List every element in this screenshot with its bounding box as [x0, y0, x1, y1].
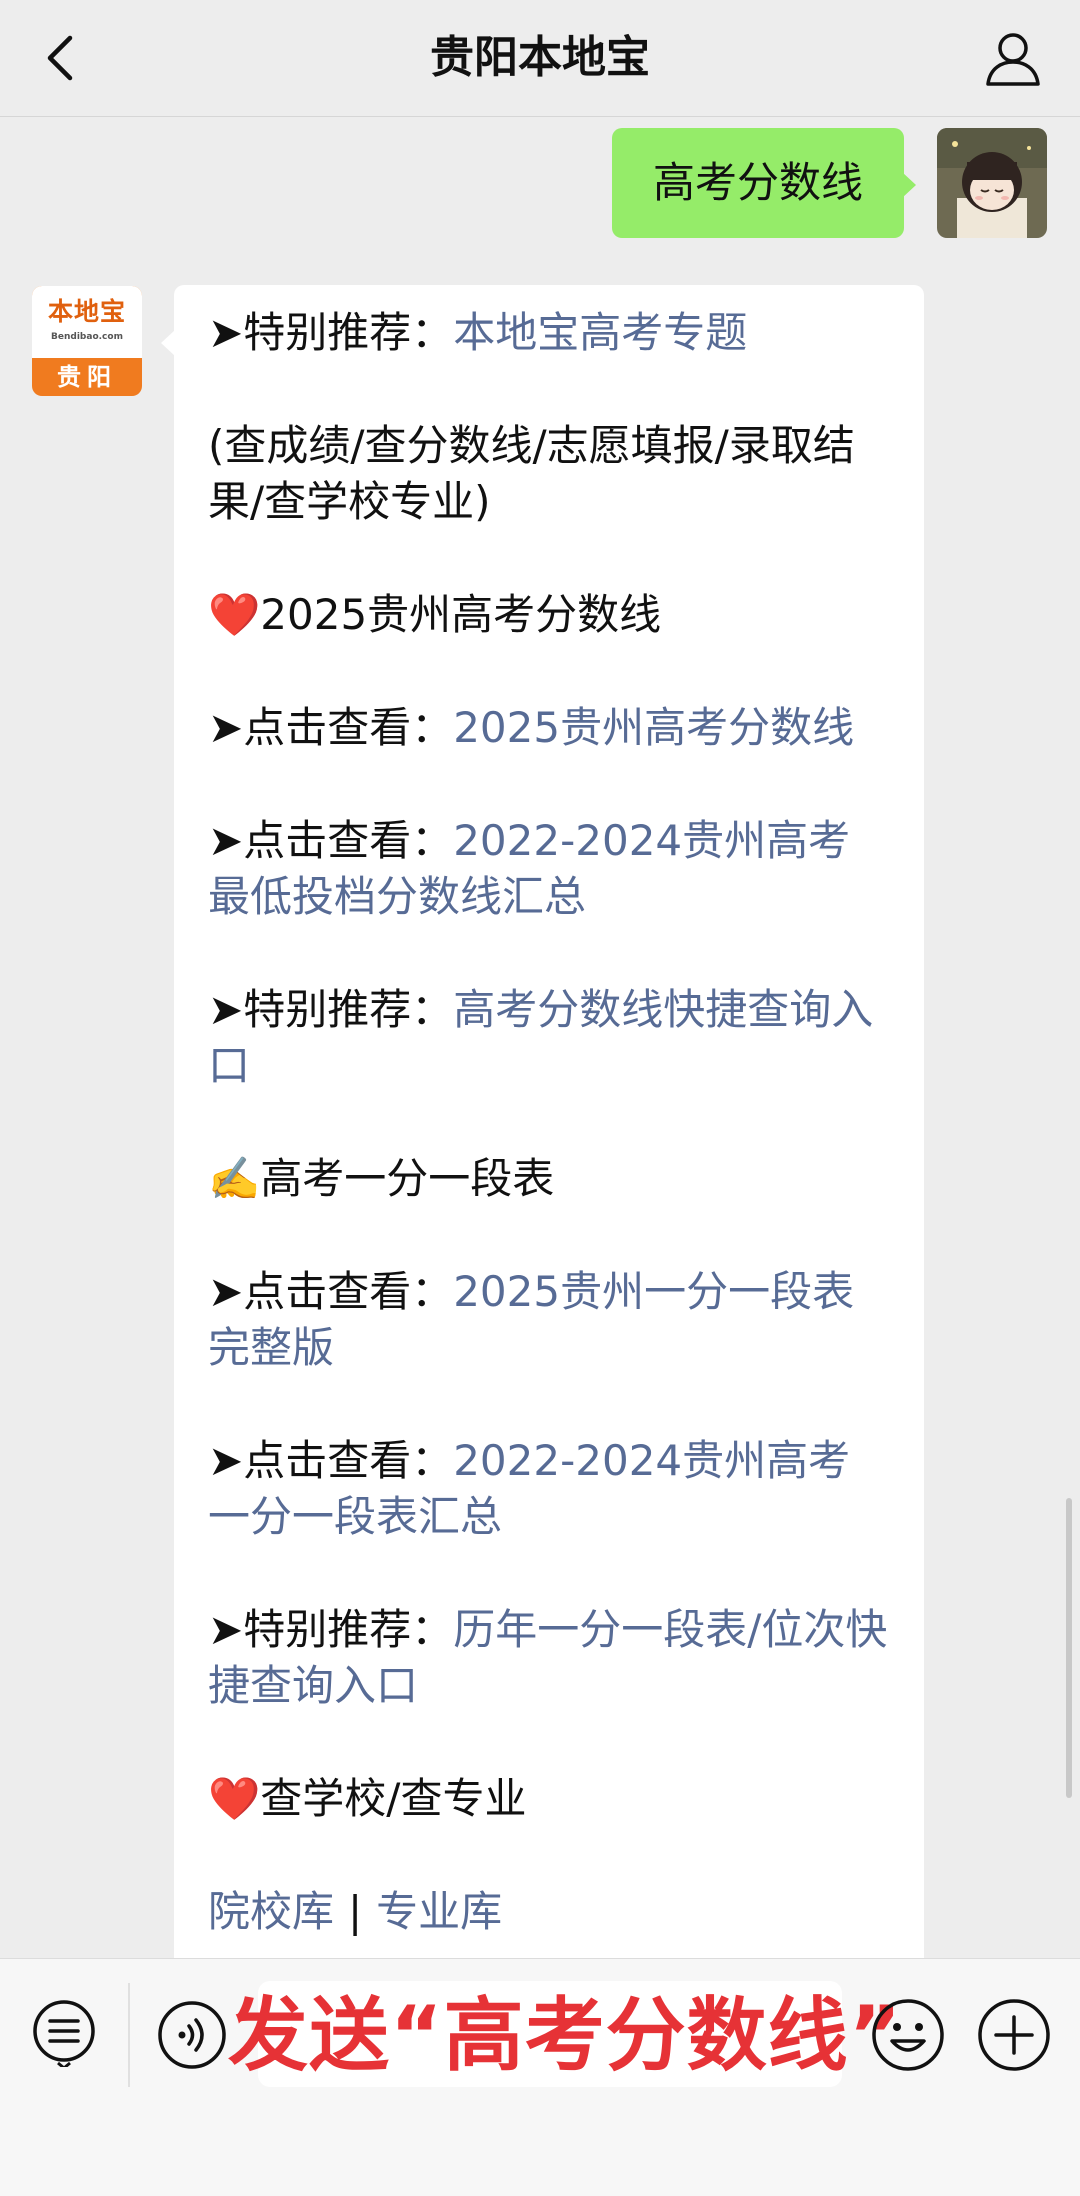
reply-line: 院校库 | 专业库 [208, 1884, 888, 1940]
reply-content: ➤特别推荐：本地宝高考专题 (查成绩/查分数线/志愿填报/录取结果/查学校专业)… [208, 305, 888, 1997]
line-prefix: ➤点击查看： [208, 1267, 454, 1316]
avatar-city-text: 贵阳 [57, 363, 117, 391]
avatar-brand-text: 本地宝 [47, 297, 126, 326]
section-heading: ✍️高考一分一段表 [208, 1151, 888, 1207]
emoji-icon[interactable] [870, 1997, 946, 2073]
nav-header: 贵阳本地宝 [0, 0, 1080, 117]
section-title: 查学校/查专业 [260, 1774, 527, 1823]
heart-icon: ❤️ [208, 590, 261, 639]
reply-line: ➤特别推荐：本地宝高考专题 [208, 305, 888, 361]
reply-line: ➤特别推荐：高考分数线快捷查询入口 [208, 982, 888, 1094]
section-title: 高考一分一段表 [260, 1154, 555, 1203]
user-avatar[interactable] [937, 128, 1047, 238]
link-gaokao-topic[interactable]: 本地宝高考专题 [453, 308, 747, 357]
menu-icon[interactable] [30, 1999, 98, 2067]
reply-line: ➤点击查看：2022-2024贵州高考一分一段表汇总 [208, 1433, 888, 1545]
overlay-caption: 发送“高考分数线” [228, 1989, 903, 2082]
user-icon[interactable] [982, 28, 1044, 90]
scrollbar[interactable] [1066, 1498, 1072, 1798]
section-title: 2025贵州高考分数线 [260, 590, 662, 639]
line-prefix: ➤特别推荐： [208, 308, 454, 357]
received-message-bubble: ➤特别推荐：本地宝高考专题 (查成绩/查分数线/志愿填报/录取结果/查学校专业)… [174, 285, 924, 1985]
link-school-library[interactable]: 院校库 [208, 1887, 334, 1936]
line-prefix: ➤点击查看： [208, 816, 454, 865]
reply-line: ➤特别推荐：历年一分一段表/位次快捷查询入口 [208, 1602, 888, 1714]
received-bubble-tail [161, 330, 175, 356]
avatar-logo-area: 本地宝 Bendibao.com [32, 286, 142, 358]
sent-message-bubble[interactable]: 高考分数线 [612, 128, 904, 238]
line-prefix: ➤特别推荐： [208, 1605, 454, 1654]
writing-hand-icon: ✍️ [208, 1154, 261, 1203]
sent-bubble-tail [902, 172, 916, 198]
section-heading: ❤️查学校/查专业 [208, 1771, 888, 1827]
line-prefix: ➤特别推荐： [208, 985, 454, 1034]
user-avatar-image [937, 128, 1047, 238]
section-heading: ❤️2025贵州高考分数线 [208, 587, 888, 643]
plus-icon[interactable] [976, 1997, 1052, 2073]
voice-icon[interactable] [156, 1999, 228, 2071]
link-2025-score-line[interactable]: 2025贵州高考分数线 [453, 703, 854, 752]
reply-line: (查成绩/查分数线/志愿填报/录取结果/查学校专业) [208, 421, 855, 526]
avatar-url-text: Bendibao.com [51, 332, 123, 342]
reply-line: ➤点击查看：2022-2024贵州高考最低投档分数线汇总 [208, 813, 888, 925]
link-separator: | [348, 1887, 363, 1936]
chat-toolbar: 发送“高考分数线” [0, 1958, 1080, 2196]
reply-line: ➤点击查看：2025贵州一分一段表完整版 [208, 1264, 888, 1376]
line-prefix: ➤点击查看： [208, 703, 454, 752]
line-prefix: ➤点击查看： [208, 1436, 454, 1485]
toolbar-divider [128, 1983, 130, 2087]
official-account-avatar[interactable]: 本地宝 Bendibao.com 贵阳 [32, 286, 142, 396]
heart-icon: ❤️ [208, 1774, 261, 1823]
page-title: 贵阳本地宝 [430, 32, 650, 83]
reply-line: ➤点击查看：2025贵州高考分数线 [208, 700, 888, 756]
link-major-library[interactable]: 专业库 [376, 1887, 502, 1936]
